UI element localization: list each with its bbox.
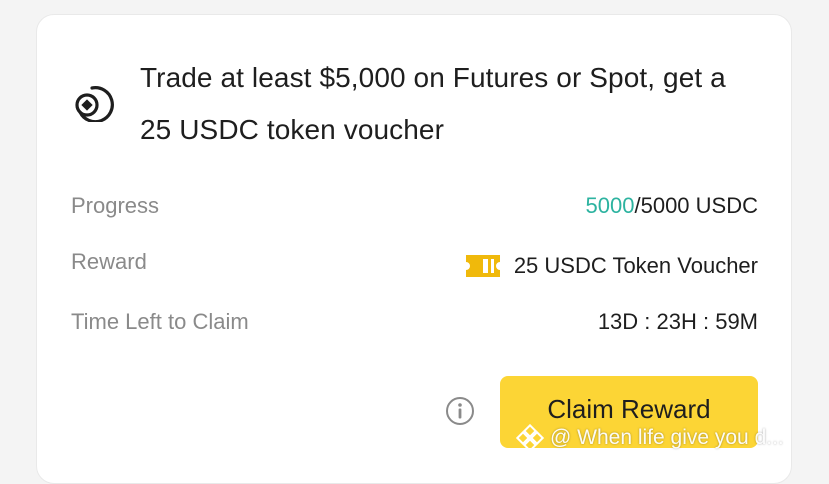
watermark-text: @ When life give you d...: [550, 426, 784, 449]
progress-current: 5000: [585, 193, 635, 218]
progress-total: /5000 USDC: [634, 193, 758, 218]
watermark: @ When life give you d...: [516, 424, 784, 452]
task-title: Trade at least $5,000 on Futures or Spot…: [140, 62, 726, 145]
target-coin-icon: [75, 86, 114, 122]
reward-text: 25 USDC Token Voucher: [513, 253, 758, 278]
reward-label: Reward: [71, 249, 147, 274]
progress-label: Progress: [71, 193, 160, 218]
time-left-value: 13D : 23H : 59M: [597, 309, 758, 334]
info-icon[interactable]: [445, 396, 475, 426]
time-left-label: Time Left to Claim: [71, 309, 249, 334]
progress-value: 5000/5000 USDC: [586, 191, 758, 221]
binance-logo-icon: [516, 424, 544, 452]
voucher-ticket-icon: [465, 255, 500, 277]
reward-value: 25 USDC Token Voucher: [465, 251, 758, 281]
